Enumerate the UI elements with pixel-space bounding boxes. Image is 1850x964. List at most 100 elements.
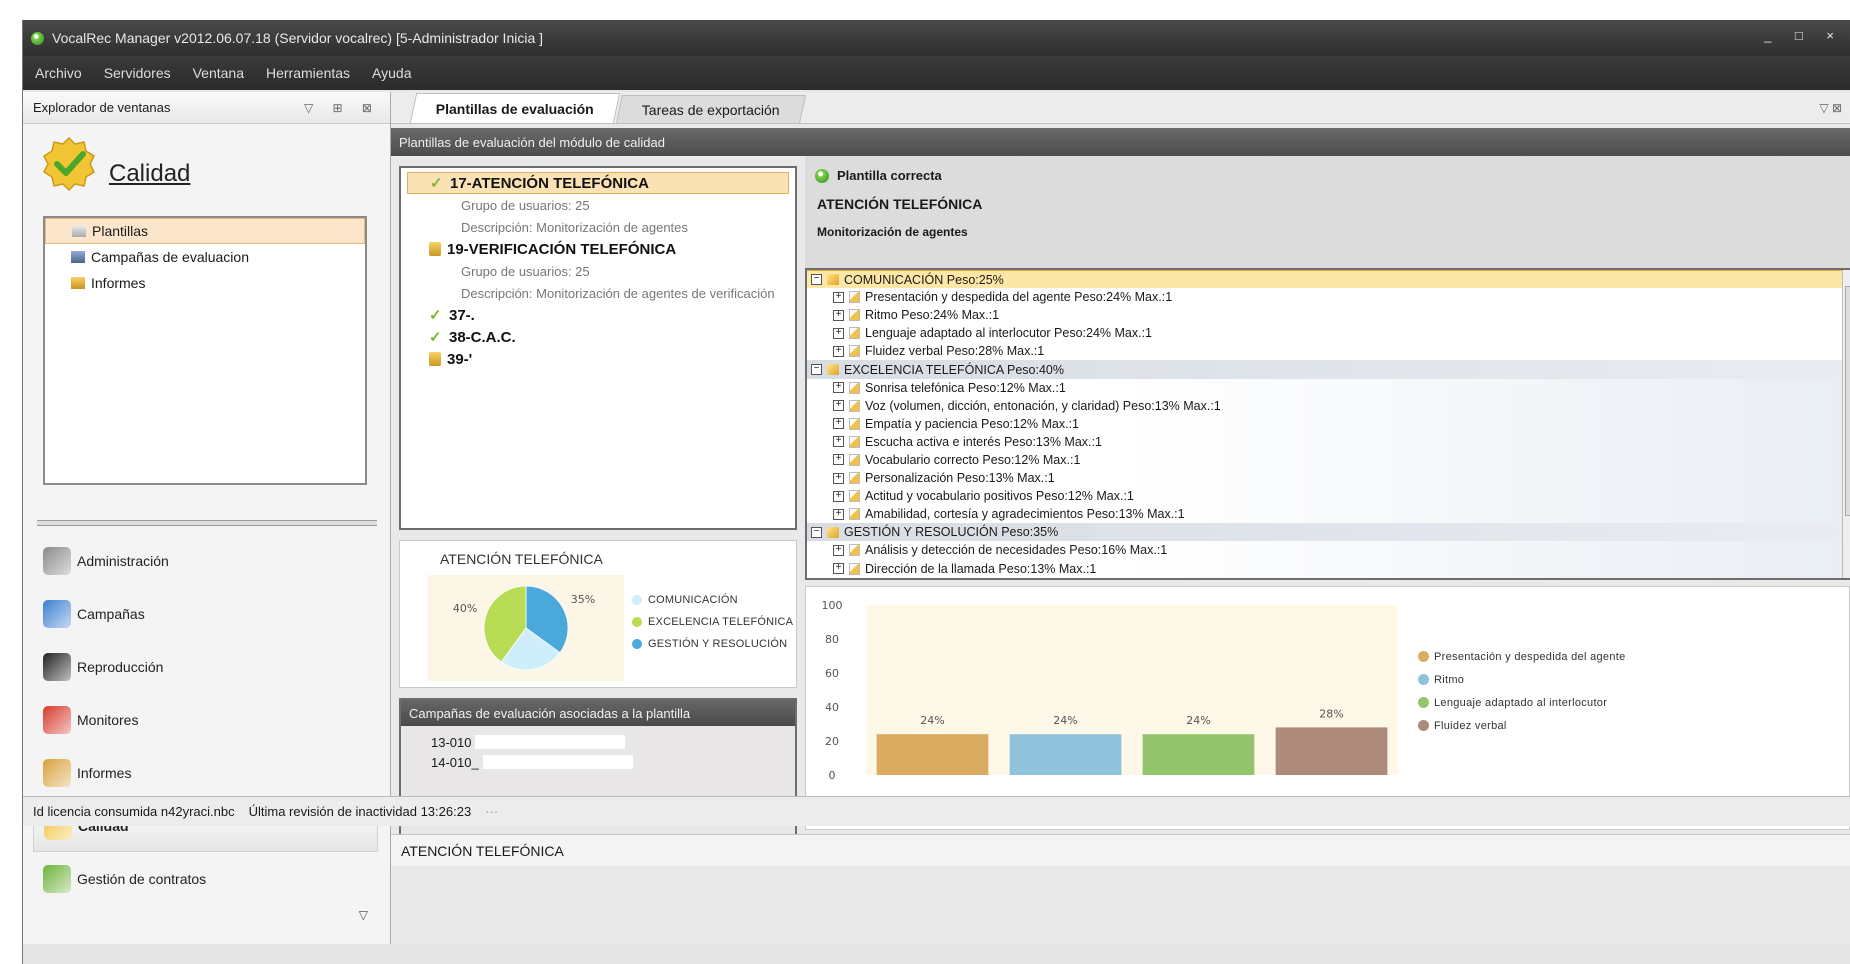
criteria-category[interactable]: − EXCELENCIA TELEFÓNICA Peso:40% xyxy=(807,360,1850,379)
criteria-item[interactable]: + Vocabulario correcto Peso:12% Max.:1 xyxy=(807,450,1850,470)
criteria-item[interactable]: + Personalización Peso:13% Max.:1 xyxy=(807,469,1850,488)
legend-swatch xyxy=(1418,697,1429,708)
expand-icon[interactable]: + xyxy=(833,327,844,339)
menu-item-0[interactable]: Archivo xyxy=(35,65,82,81)
title-bar: VocalRec Manager v2012.06.07.18 (Servido… xyxy=(23,20,1850,56)
template-property: Grupo de usuarios: 25 xyxy=(407,194,789,216)
module-button[interactable]: Informes xyxy=(23,746,390,799)
expand-icon[interactable]: + xyxy=(833,472,844,484)
criteria-item[interactable]: + Sonrisa telefónica Peso:12% Max.:1 xyxy=(807,378,1850,397)
y-tick-label: 60 xyxy=(825,667,839,680)
module-button[interactable]: Gestión de contratos xyxy=(23,852,390,905)
template-name: ATENCIÓN TELEFÓNICA xyxy=(817,196,983,212)
criteria-item[interactable]: + Amabilidad, cortesía y agradecimientos … xyxy=(807,505,1850,524)
expand-icon[interactable]: + xyxy=(833,436,844,448)
criteria-item[interactable]: + Presentación y despedida del agente Pes… xyxy=(807,288,1850,307)
criteria-label: Empatía y paciencia Peso:12% Max.:1 xyxy=(865,416,1080,431)
module-button[interactable]: Monitores xyxy=(23,693,390,746)
scrollbar-thumb[interactable] xyxy=(1845,286,1850,516)
legend-swatch xyxy=(632,595,642,605)
template-node[interactable]: ✓ 38-C.A.C. xyxy=(407,326,789,348)
criteria-category[interactable]: − GESTIÓN Y RESOLUCIÓN Peso:35% xyxy=(807,523,1850,542)
module-label: Monitores xyxy=(77,711,139,728)
template-node[interactable]: 19-VERIFICACIÓN TELEFÓNICA xyxy=(407,238,789,260)
tab-label: Tareas de exportación xyxy=(641,101,780,118)
expand-icon[interactable]: + xyxy=(833,382,844,394)
node-label: Descripción: Monitorización de agentes d… xyxy=(461,285,775,301)
menu-item-4[interactable]: Ayuda xyxy=(372,65,411,81)
pie-title: ATENCIÓN TELEFÓNICA xyxy=(440,551,603,567)
template-node[interactable]: 39-' xyxy=(407,348,789,370)
module-buttons: Administración Campañas Reproducción Monito… xyxy=(23,534,390,905)
criteria-item[interactable]: + Escucha activa e interés Peso:13% Max.:… xyxy=(807,432,1850,451)
explorer-title: Explorador de ventanas xyxy=(33,100,171,115)
criteria-item[interactable]: + Análisis y detección de necesidades Pes… xyxy=(807,541,1850,560)
criteria-item[interactable]: + Actitud y vocabulario positivos Peso:12… xyxy=(807,487,1850,506)
app-window: VocalRec Manager v2012.06.07.18 (Servido… xyxy=(22,20,1850,964)
explorer-header: Explorador de ventanas ▽ ⊞ ⊠ xyxy=(23,92,390,124)
campaign-row[interactable]: 14-010_ xyxy=(401,752,795,772)
redacted-name xyxy=(482,755,633,769)
tab-0[interactable]: Plantillas de evaluación xyxy=(409,93,621,123)
expand-icon[interactable]: + xyxy=(833,309,844,321)
collapse-icon[interactable]: − xyxy=(811,274,822,286)
section-title[interactable]: Calidad xyxy=(109,160,190,188)
criteria-category[interactable]: − COMUNICACIÓN Peso:25% xyxy=(807,270,1850,289)
node-label: 19-VERIFICACIÓN TELEFÓNICA xyxy=(447,240,677,258)
legend-label: EXCELENCIA TELEFÓNICA xyxy=(648,616,794,628)
criteria-item[interactable]: + Ritmo Peso:24% Max.:1 xyxy=(807,306,1850,325)
explorer-item[interactable]: Campañas de evaluacion xyxy=(45,244,365,270)
criteria-label: Actitud y vocabulario positivos Peso:12%… xyxy=(865,489,1134,504)
check-icon: ✓ xyxy=(429,307,442,324)
criteria-item[interactable]: + Voz (volumen, dicción, entonación, y cl… xyxy=(807,396,1850,415)
reports-module-icon xyxy=(43,758,71,787)
collapse-icon[interactable]: − xyxy=(811,364,822,376)
chevron-down-icon[interactable]: ▽ xyxy=(359,908,368,922)
criterion-icon xyxy=(849,309,860,322)
pie-legend-item: EXCELENCIA TELEFÓNICA xyxy=(632,611,793,633)
tab-strip-buttons[interactable]: ▽ ⊠ xyxy=(1819,101,1842,115)
bar-legend: Presentación y despedida del agente Ritmo… xyxy=(1418,645,1626,737)
module-button[interactable]: Reproducción xyxy=(23,640,390,693)
expand-icon[interactable]: + xyxy=(833,418,844,430)
module-label: Administración xyxy=(77,552,169,569)
expand-icon[interactable]: + xyxy=(833,454,844,466)
expand-icon[interactable]: + xyxy=(833,291,844,303)
template-node[interactable]: ✓ 17-ATENCIÓN TELEFÓNICA xyxy=(407,172,789,194)
menu-item-2[interactable]: Ventana xyxy=(193,65,244,81)
expand-icon[interactable]: + xyxy=(833,490,844,502)
criteria-item[interactable]: + Dirección de la llamada Peso:13% Max.:1 xyxy=(807,559,1850,578)
bar xyxy=(876,734,989,775)
expand-icon[interactable]: + xyxy=(833,563,844,575)
module-button[interactable]: Administración xyxy=(23,534,390,587)
playback-icon xyxy=(43,652,71,681)
menu-item-1[interactable]: Servidores xyxy=(104,65,171,81)
window-controls[interactable]: _ □ × xyxy=(1764,28,1844,43)
criteria-item[interactable]: + Fluidez verbal Peso:28% Max.:1 xyxy=(807,342,1850,361)
explorer-item[interactable]: Informes xyxy=(45,270,365,296)
bar-value-label: 24% xyxy=(920,714,944,727)
campaign-row[interactable]: 13-010 xyxy=(401,732,795,752)
campaign-code: 13-010 xyxy=(431,734,472,750)
module-button[interactable]: Campañas xyxy=(23,587,390,640)
menu-item-3[interactable]: Herramientas xyxy=(266,65,350,81)
pane-splitter[interactable] xyxy=(37,520,377,526)
expand-icon[interactable]: + xyxy=(833,508,844,520)
explorer-item[interactable]: Plantillas xyxy=(45,218,365,244)
criteria-item[interactable]: + Empatía y paciencia Peso:12% Max.:1 xyxy=(807,414,1850,433)
expand-icon[interactable]: + xyxy=(833,345,844,357)
lock-icon xyxy=(429,352,441,366)
tab-1[interactable]: Tareas de exportación xyxy=(615,95,806,123)
tab-label: Plantillas de evaluación xyxy=(435,100,594,117)
criteria-item[interactable]: + Lenguaje adaptado al interlocutor Peso:… xyxy=(807,324,1850,343)
redacted-name xyxy=(475,735,626,749)
template-node[interactable]: ✓ 37-. xyxy=(407,304,789,326)
criteria-scrollbar[interactable] xyxy=(1842,270,1850,578)
expand-icon[interactable]: + xyxy=(833,400,844,412)
collapse-icon[interactable]: − xyxy=(811,526,822,538)
node-label: 39-' xyxy=(447,350,473,368)
explorer-header-buttons[interactable]: ▽ ⊞ ⊠ xyxy=(304,101,380,115)
bar-chart: 0 20 40 60 80 100 24% 24% 24% 28% xyxy=(822,599,1398,782)
expand-icon[interactable]: + xyxy=(833,544,844,556)
criteria-label: Sonrisa telefónica Peso:12% Max.:1 xyxy=(865,380,1066,395)
